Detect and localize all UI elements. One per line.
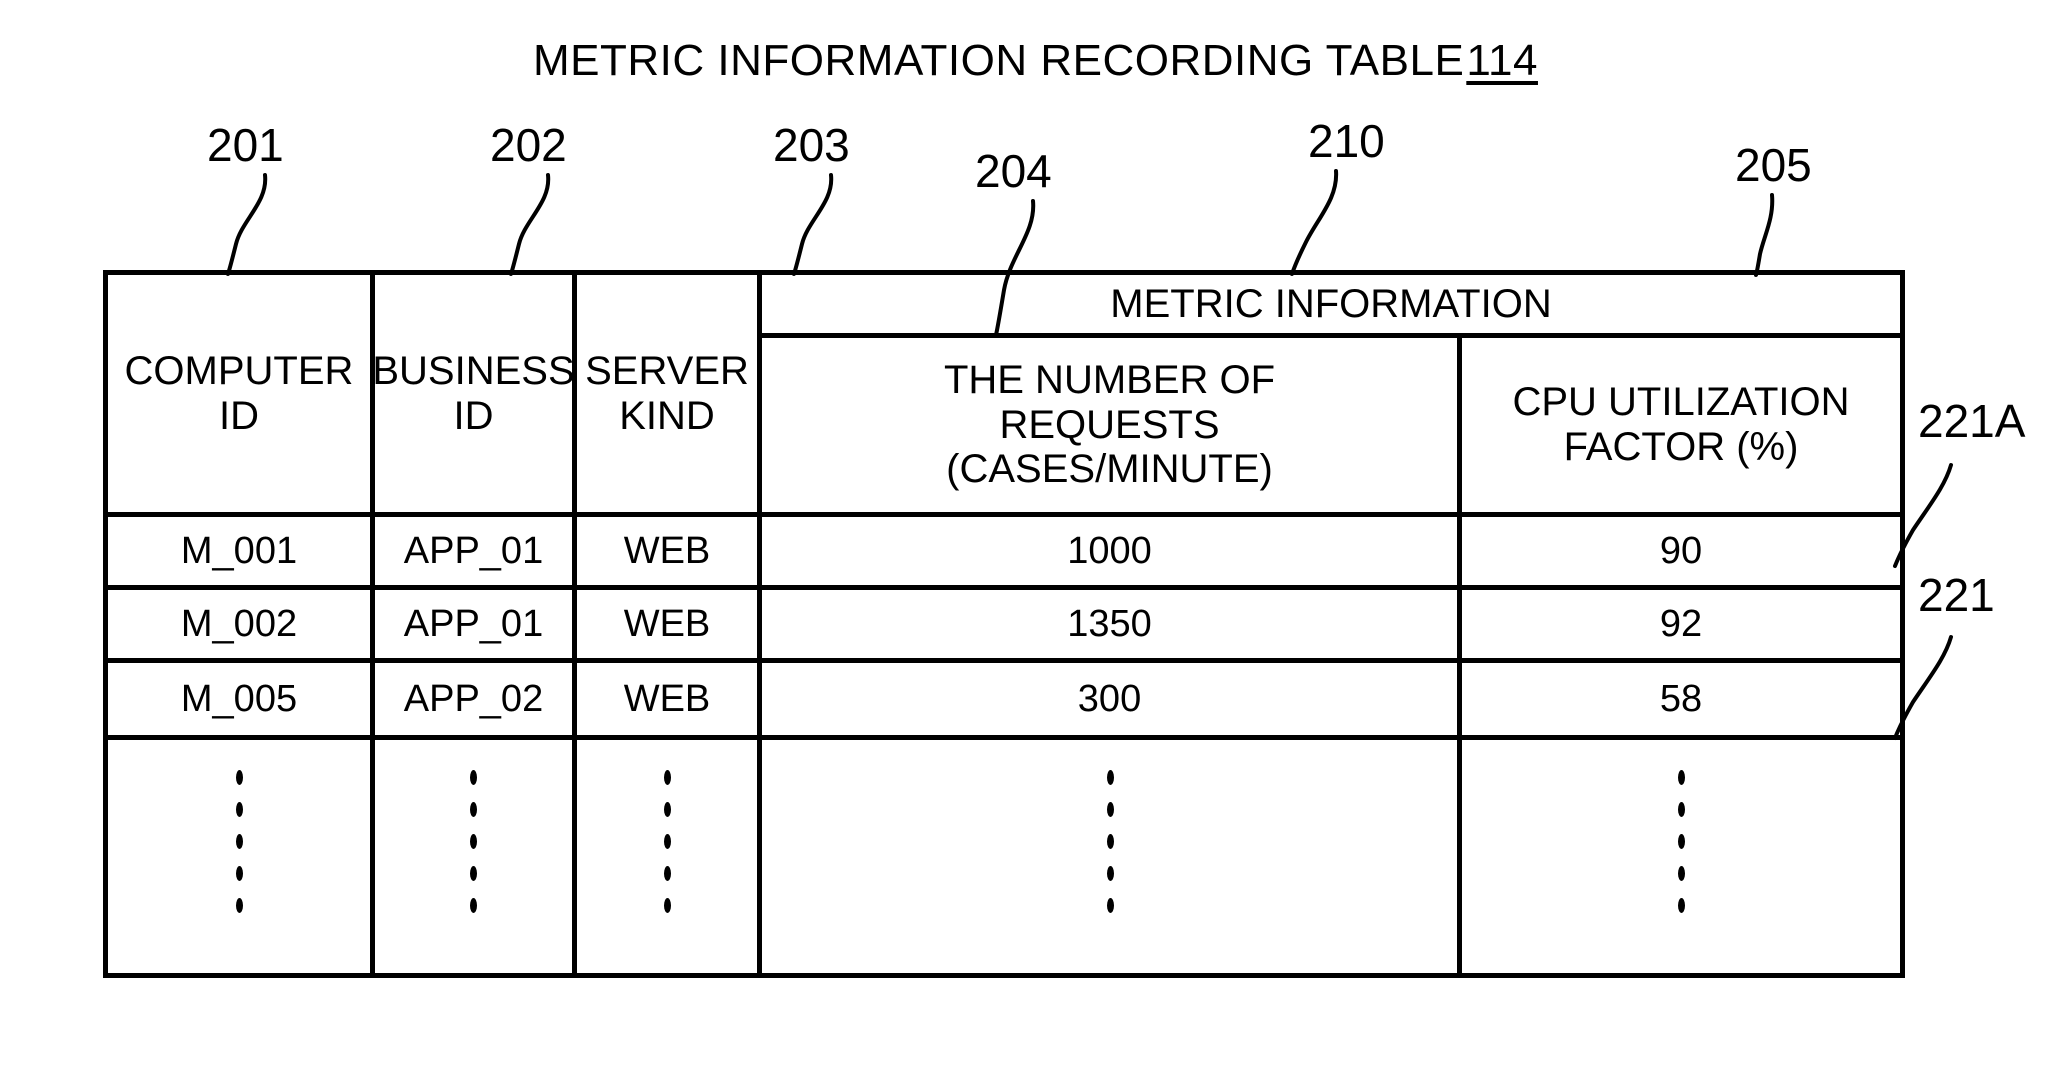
column-header-server-kind-line1: SERVER [585, 348, 749, 393]
leader-line-202 [509, 173, 551, 276]
leader-line-221A [1893, 463, 1953, 568]
leader-line-221 [1893, 635, 1953, 740]
vertical-ellipsis-server-kind [655, 770, 679, 913]
table-row: 90 [1659, 529, 1703, 572]
vertical-ellipsis-computer-id [227, 770, 251, 913]
column-header-number-of-requests-line1: THE NUMBER OF [943, 357, 1276, 402]
table-row: 92 [1659, 602, 1703, 645]
column-header-server-kind-line2: KIND [619, 393, 715, 438]
table-row: 1000 [1067, 529, 1152, 572]
column-header-business-id-line2: ID [453, 393, 494, 438]
column-header-computer-id-line1: COMPUTER [124, 348, 354, 393]
group-header-metric-information: METRIC INFORMATION [1110, 281, 1552, 326]
table-row: APP_01 [403, 602, 544, 645]
figure-title: METRIC INFORMATION RECORDING TABLE114 [0, 36, 2071, 86]
leader-line-210 [1290, 169, 1339, 276]
callout-203-server-kind: 203 [773, 119, 850, 171]
table-row: APP_01 [403, 529, 544, 572]
column-header-server-kind: SERVER KIND [577, 275, 757, 512]
callout-221A-first-record: 221A [1918, 395, 2026, 447]
row-divider-3 [103, 735, 1905, 740]
vertical-ellipsis-business-id [461, 770, 485, 913]
column-header-number-of-requests: THE NUMBER OF REQUESTS (CASES/MINUTE) [762, 338, 1457, 512]
callout-221-records: 221 [1918, 569, 1995, 621]
metric-information-recording-table: METRIC INFORMATION COMPUTER ID BUSINESS … [103, 270, 1905, 978]
callout-201-computer-id: 201 [207, 119, 284, 171]
callout-205-cpu-utilization: 205 [1735, 139, 1812, 191]
column-header-number-of-requests-line3: (CASES/MINUTE) [946, 447, 1273, 492]
figure-title-text: METRIC INFORMATION RECORDING TABLE [533, 36, 1465, 85]
table-row: M_002 [180, 602, 298, 645]
column-header-business-id-line1: BUSINESS [372, 348, 575, 393]
table-row: WEB [623, 602, 711, 645]
figure-title-reference-number: 114 [1466, 36, 1538, 85]
callout-204-number-of-requests: 204 [975, 145, 1052, 197]
column-header-business-id: BUSINESS ID [372, 275, 575, 512]
column-header-cpu-utilization-factor-line1: CPU UTILIZATION [1512, 380, 1850, 425]
callout-210-metric-information: 210 [1308, 115, 1385, 167]
vertical-ellipsis-cpu-utilization-factor [1669, 770, 1693, 913]
column-header-computer-id: COMPUTER ID [108, 275, 370, 512]
table-row: WEB [623, 677, 711, 720]
column-header-computer-id-line2: ID [219, 393, 259, 438]
column-header-cpu-utilization-factor: CPU UTILIZATION FACTOR (%) [1462, 338, 1900, 512]
leader-line-201 [226, 173, 268, 276]
table-row: APP_02 [403, 677, 544, 720]
table-row: 58 [1659, 677, 1703, 720]
table-row: 300 [1077, 677, 1142, 720]
table-row: M_001 [180, 529, 298, 572]
column-header-cpu-utilization-factor-line2: FACTOR (%) [1563, 425, 1799, 469]
table-row: 1350 [1067, 602, 1152, 645]
table-row: WEB [623, 529, 711, 572]
leader-line-205 [1754, 193, 1775, 277]
column-header-number-of-requests-line2: REQUESTS [999, 402, 1220, 447]
vertical-ellipsis-number-of-requests [1098, 770, 1122, 913]
callout-202-business-id: 202 [490, 119, 567, 171]
table-row: M_005 [180, 677, 298, 720]
leader-line-203 [792, 173, 834, 276]
